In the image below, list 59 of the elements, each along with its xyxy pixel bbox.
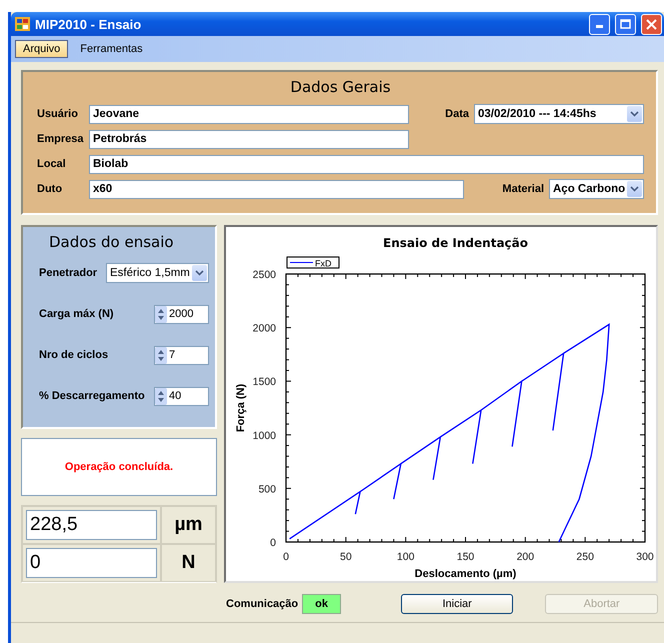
unit-label: N bbox=[161, 544, 216, 582]
spinner-field[interactable]: 40 bbox=[154, 386, 209, 406]
text-field[interactable]: Petrobrás bbox=[89, 130, 409, 148]
field-label: Carga máx (N) bbox=[39, 308, 114, 320]
menu-item[interactable]: Arquivo bbox=[15, 40, 68, 58]
close-icon bbox=[646, 18, 657, 30]
text-field[interactable]: Jeovane bbox=[89, 104, 409, 124]
maximize-button[interactable] bbox=[615, 14, 636, 34]
minimize-button[interactable] bbox=[589, 14, 610, 34]
panel-title: Dados Gerais bbox=[289, 78, 392, 96]
x-axis-label: Deslocamento (µm) bbox=[414, 568, 516, 580]
y-axis-label: Força (N) bbox=[235, 384, 247, 432]
x-tick-label: 100 bbox=[396, 551, 414, 563]
text-field[interactable]: Biolab bbox=[89, 154, 644, 174]
spinner-field[interactable]: 7 bbox=[154, 346, 209, 364]
action-button[interactable]: Iniciar bbox=[400, 594, 514, 614]
field-label: Data bbox=[445, 108, 469, 120]
spinner-field[interactable]: 2000 bbox=[154, 304, 209, 324]
close-button[interactable] bbox=[641, 14, 662, 34]
chart-title: Ensaio de Indentação bbox=[383, 236, 528, 250]
y-tick-label: 1500 bbox=[252, 376, 276, 388]
x-tick-label: 0 bbox=[283, 551, 289, 563]
window-title: MIP2010 - Ensaio bbox=[35, 16, 142, 32]
y-tick-label: 1000 bbox=[252, 430, 276, 442]
readout-field: 228,5 bbox=[26, 510, 157, 540]
readout-field: 0 bbox=[26, 548, 157, 578]
unit-label: µm bbox=[161, 506, 216, 544]
y-tick-label: 2500 bbox=[252, 269, 276, 281]
app-icon bbox=[15, 17, 30, 31]
field-label: Empresa bbox=[37, 133, 84, 145]
communication-status: ok bbox=[302, 594, 342, 614]
panel-title: Dados do ensaio bbox=[49, 233, 175, 251]
x-tick-label: 200 bbox=[516, 551, 534, 563]
spinner-arrows-icon bbox=[155, 306, 167, 322]
field-label: Comunicação bbox=[226, 598, 298, 610]
field-label: % Descarregamento bbox=[39, 390, 145, 402]
status-message: Operação concluída. bbox=[21, 438, 217, 496]
y-tick-label: 2000 bbox=[252, 322, 276, 335]
field-label: Penetrador bbox=[39, 267, 98, 279]
legend-label: FxD bbox=[315, 258, 332, 268]
x-tick-label: 150 bbox=[456, 551, 474, 563]
field-label: Material bbox=[502, 183, 544, 195]
spinner-arrows-icon bbox=[155, 388, 167, 404]
x-tick-label: 250 bbox=[576, 551, 594, 563]
x-tick-label: 50 bbox=[340, 551, 352, 563]
text-field[interactable]: x60 bbox=[89, 180, 464, 198]
dropdown-field[interactable]: Aço Carbono bbox=[549, 179, 644, 199]
spinner-arrows-icon bbox=[155, 346, 167, 364]
field-label: Nro de ciclos bbox=[39, 349, 108, 361]
field-label: Local bbox=[37, 158, 67, 170]
y-tick-label: 0 bbox=[270, 537, 276, 549]
x-tick-label: 300 bbox=[636, 551, 654, 563]
menu-item[interactable]: Ferramentas bbox=[72, 40, 151, 58]
field-label: Duto bbox=[37, 183, 64, 195]
maximize-icon bbox=[620, 19, 631, 29]
dropdown-field[interactable]: 03/02/2010 --- 14:45hs bbox=[474, 104, 644, 124]
dropdown-field[interactable]: Esférico 1,5mm bbox=[106, 263, 209, 283]
y-tick-label: 500 bbox=[258, 483, 276, 496]
field-label: Usuário bbox=[37, 108, 79, 120]
